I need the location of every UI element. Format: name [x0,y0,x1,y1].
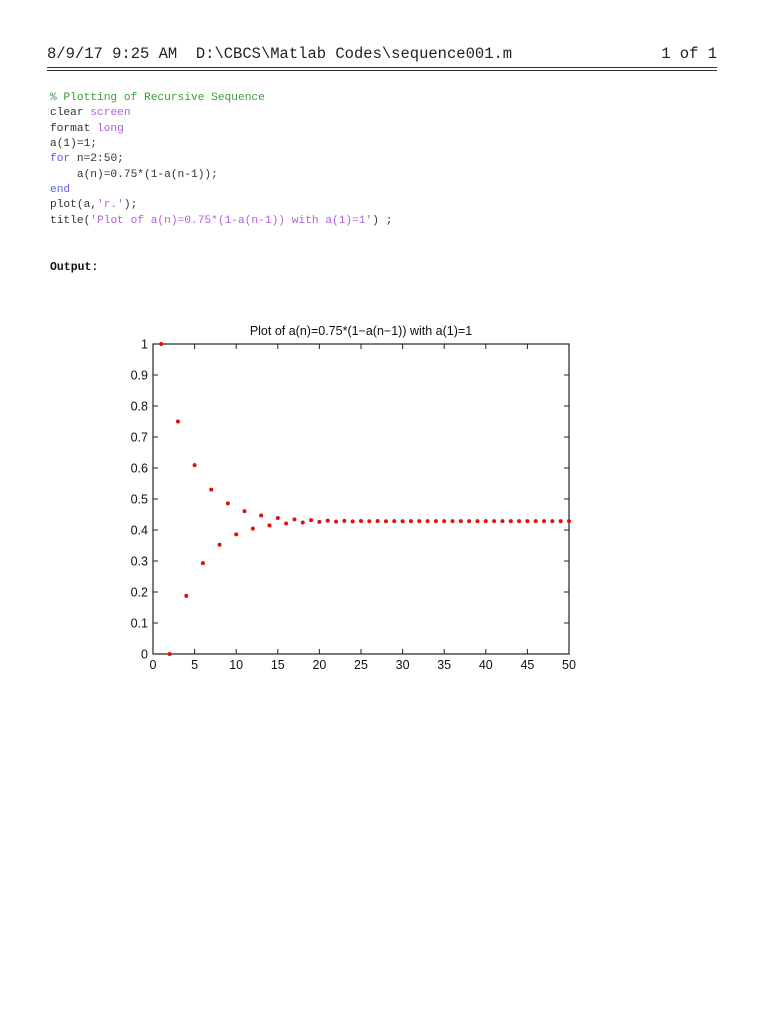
x-tick-label: 40 [479,658,493,672]
y-tick-label: 0 [141,648,148,662]
x-tick-label: 15 [271,658,285,672]
data-point [550,519,555,524]
data-point [525,519,530,524]
chart-title: Plot of a(n)=0.75*(1−a(n−1)) with a(1)=1 [250,324,472,338]
x-tick-label: 20 [312,658,326,672]
data-point [375,519,380,524]
data-point [217,542,222,547]
data-point [192,463,197,468]
data-point [350,519,355,524]
y-tick-label: 0.4 [131,524,148,538]
data-point [342,518,347,523]
data-point [200,561,205,566]
data-point [442,519,447,524]
data-point [558,519,563,524]
y-tick-label: 0.8 [131,400,148,414]
data-point [400,519,405,524]
y-tick-label: 0.9 [131,369,148,383]
data-point [450,519,455,524]
data-point [567,519,571,524]
plot-axes-box [152,343,570,655]
data-point [267,523,272,528]
x-tick-label: 0 [150,658,157,672]
data-point [367,519,372,524]
data-point [284,521,289,526]
x-tick-label: 5 [191,658,198,672]
data-point [433,519,438,524]
x-tick-label: 45 [520,658,534,672]
data-point [483,519,488,524]
data-point [175,419,180,424]
y-tick-label: 0.5 [131,493,148,507]
x-tick-label: 25 [354,658,368,672]
x-tick-label: 10 [229,658,243,672]
data-point [225,501,230,506]
data-point [242,509,247,514]
data-point [184,593,189,598]
data-point [542,519,547,524]
y-tick-label: 0.1 [131,617,148,631]
data-point [359,518,363,523]
y-tick-label: 0.2 [131,586,148,600]
data-point [250,526,255,531]
data-point [392,519,397,524]
data-point [425,519,430,524]
y-tick-label: 0.6 [131,462,148,476]
data-point [334,519,339,524]
data-point [259,513,264,518]
data-point [508,519,513,524]
data-point [309,518,314,523]
data-point [209,487,214,492]
data-point [467,519,472,524]
data-point [458,519,463,524]
y-tick-label: 0.7 [131,431,148,445]
data-point [475,519,480,524]
scatter-plot: Plot of a(n)=0.75*(1−a(n−1)) with a(1)=1… [131,324,576,672]
data-point [159,342,164,346]
x-tick-label: 35 [437,658,451,672]
data-point [492,519,497,524]
data-point [275,515,280,520]
data-point [167,652,172,656]
data-point [300,520,305,525]
data-point [325,518,330,523]
data-point [417,519,422,524]
x-tick-label: 30 [396,658,410,672]
y-tick-label: 0.3 [131,555,148,569]
x-tick-label: 50 [562,658,576,672]
data-point [408,519,413,524]
data-point [533,519,538,524]
data-point [292,517,297,522]
data-point [383,519,388,524]
data-point [500,519,505,524]
data-point [234,532,239,537]
y-tick-label: 1 [141,338,148,352]
data-point [517,519,522,524]
data-point [317,519,322,524]
